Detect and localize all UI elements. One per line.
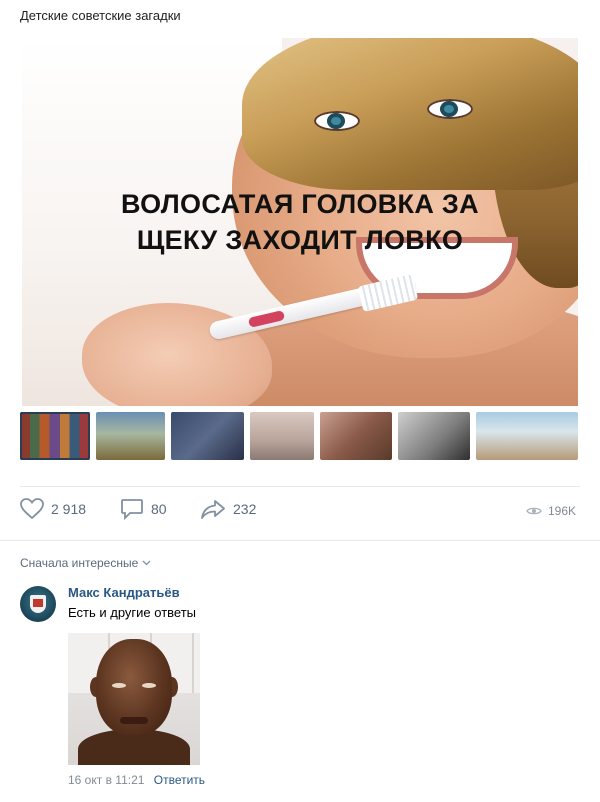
- divider-top: [20, 486, 580, 487]
- share-button[interactable]: 232: [200, 498, 256, 520]
- post-main-image[interactable]: ВОЛОСАТАЯ ГОЛОВКА ЗА ЩЕКУ ЗАХОДИТ ЛОВКО: [22, 38, 578, 406]
- share-icon: [201, 500, 225, 519]
- reply-link[interactable]: Ответить: [154, 773, 205, 787]
- comment-count: 80: [151, 501, 167, 517]
- image-caption-line1: ВОЛОСАТАЯ ГОЛОВКА ЗА: [121, 189, 479, 219]
- comment-text: Есть и другие ответы: [68, 605, 197, 620]
- thumbnail-7[interactable]: [476, 412, 578, 460]
- eye-icon: [526, 507, 542, 515]
- heart-icon: [20, 498, 44, 520]
- comments-sort-label: Сначала интересные: [20, 556, 139, 570]
- comment-image-eye-left: [112, 683, 126, 688]
- comments-sort-dropdown[interactable]: Сначала интересные: [20, 556, 151, 570]
- comment-image[interactable]: [68, 633, 200, 765]
- thumbnail-5[interactable]: [320, 412, 392, 460]
- image-eye-right: [427, 99, 473, 119]
- comment-date[interactable]: 16 окт в 11:21: [68, 773, 144, 787]
- comment-icon: [121, 499, 143, 520]
- chevron-down-icon: [142, 560, 151, 566]
- image-eye-left: [314, 111, 360, 131]
- image-caption: ВОЛОСАТАЯ ГОЛОВКА ЗА ЩЕКУ ЗАХОДИТ ЛОВКО: [22, 186, 578, 258]
- image-hair: [242, 38, 578, 190]
- thumbnail-1[interactable]: [20, 412, 90, 460]
- thumbnail-2[interactable]: [96, 412, 165, 460]
- thumbnail-4[interactable]: [250, 412, 314, 460]
- views-counter: 196K: [526, 504, 576, 518]
- comment-button[interactable]: 80: [120, 498, 167, 520]
- avatar-emblem: [30, 595, 46, 613]
- comment-meta: 16 окт в 11:21 Ответить: [68, 773, 205, 787]
- thumbnail-3[interactable]: [171, 412, 244, 460]
- post-text: Детские советские загадки: [20, 8, 181, 23]
- views-count: 196K: [547, 504, 576, 518]
- post-actions: 2 918 80 232 196K: [20, 494, 580, 528]
- comment-image-eye-right: [142, 683, 156, 688]
- comment-avatar[interactable]: [20, 586, 56, 622]
- thumbnail-6[interactable]: [398, 412, 470, 460]
- share-count: 232: [233, 501, 257, 517]
- like-button[interactable]: 2 918: [20, 498, 86, 520]
- thumbnail-strip: [20, 412, 580, 462]
- like-count: 2 918: [51, 501, 87, 517]
- comment-author[interactable]: Макс Кандратьёв: [68, 585, 180, 600]
- divider-comments: [0, 540, 600, 541]
- image-caption-line2: ЩЕКУ ЗАХОДИТ ЛОВКО: [136, 225, 464, 255]
- comment-image-mouth: [120, 717, 148, 724]
